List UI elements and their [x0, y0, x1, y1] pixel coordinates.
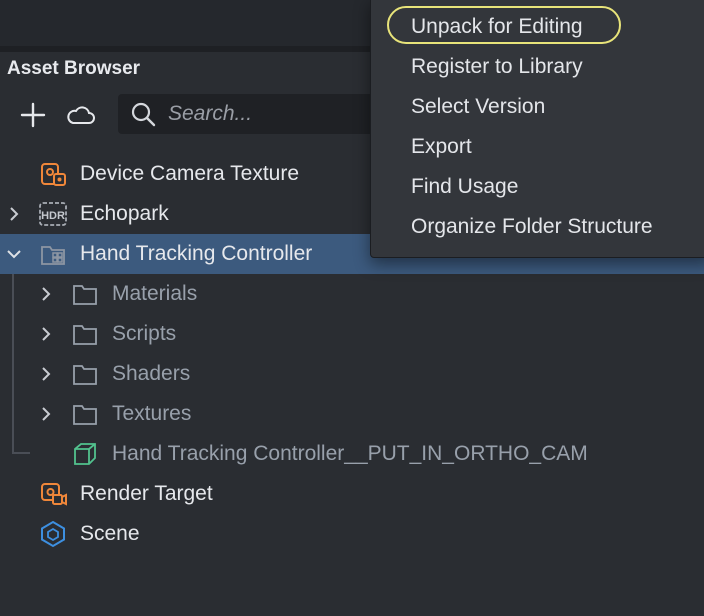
tree-item-label: Materials: [112, 282, 198, 305]
chevron-right-icon[interactable]: [36, 404, 56, 424]
tree-item-label: Render Target: [80, 482, 213, 505]
tree-item-label: Scene: [80, 522, 140, 545]
folder-icon: [70, 399, 100, 429]
menu-item-unpack-for-editing[interactable]: Unpack for Editing: [411, 15, 583, 39]
tree-item-materials[interactable]: Materials: [0, 274, 704, 314]
asset-library-button[interactable]: [64, 98, 98, 132]
folder-icon: [70, 279, 100, 309]
tree-item-label: Shaders: [112, 362, 191, 385]
folder-icon: [70, 319, 100, 349]
menu-item-select-version[interactable]: Select Version: [411, 95, 545, 119]
tree-item-label: Scripts: [112, 322, 177, 345]
cloud-icon: [67, 106, 95, 124]
tree-item-shaders[interactable]: Shaders: [0, 354, 704, 394]
menu-item-find-usage[interactable]: Find Usage: [411, 175, 518, 199]
chevron-right-icon[interactable]: [36, 364, 56, 384]
tree-item-render-target[interactable]: Render Target: [0, 474, 704, 514]
tree-item-scene[interactable]: Scene: [0, 514, 704, 554]
tree-item-label: Echopark: [80, 202, 169, 225]
menu-item-organize-folder-structure[interactable]: Organize Folder Structure: [411, 215, 653, 239]
tree-item-textures[interactable]: Textures: [0, 394, 704, 434]
plus-icon: [20, 102, 46, 128]
add-asset-button[interactable]: [16, 98, 50, 132]
chevron-right-icon[interactable]: [4, 204, 24, 224]
search-icon: [131, 102, 156, 127]
hdr-icon: HDR: [38, 199, 68, 229]
scene-icon: [38, 519, 68, 549]
menu-item-export[interactable]: Export: [411, 135, 472, 159]
tree-item-label: Hand Tracking Controller__PUT_IN_ORTHO_C…: [112, 442, 588, 465]
folder-icon: [70, 359, 100, 389]
tree-item-label: Hand Tracking Controller: [80, 242, 313, 265]
panel-title: Asset Browser: [7, 58, 141, 79]
chevron-right-icon[interactable]: [36, 284, 56, 304]
svg-text:HDR: HDR: [41, 210, 65, 222]
chevron-down-icon[interactable]: [4, 244, 24, 264]
render-target-icon: [38, 479, 68, 509]
camera-texture-icon: [38, 159, 68, 189]
search-input[interactable]: [166, 101, 370, 127]
prefab-cube-icon: [70, 439, 100, 469]
tree-item-scripts[interactable]: Scripts: [0, 314, 704, 354]
tree-item-label: Device Camera Texture: [80, 162, 300, 185]
menu-item-register-to-library[interactable]: Register to Library: [411, 55, 583, 79]
tree-item-prefab[interactable]: Hand Tracking Controller__PUT_IN_ORTHO_C…: [0, 434, 704, 474]
package-icon: [38, 239, 68, 269]
chevron-right-icon[interactable]: [36, 324, 56, 344]
tree-item-label: Textures: [112, 402, 192, 425]
context-menu: Unpack for Editing Register to Library S…: [370, 0, 704, 258]
